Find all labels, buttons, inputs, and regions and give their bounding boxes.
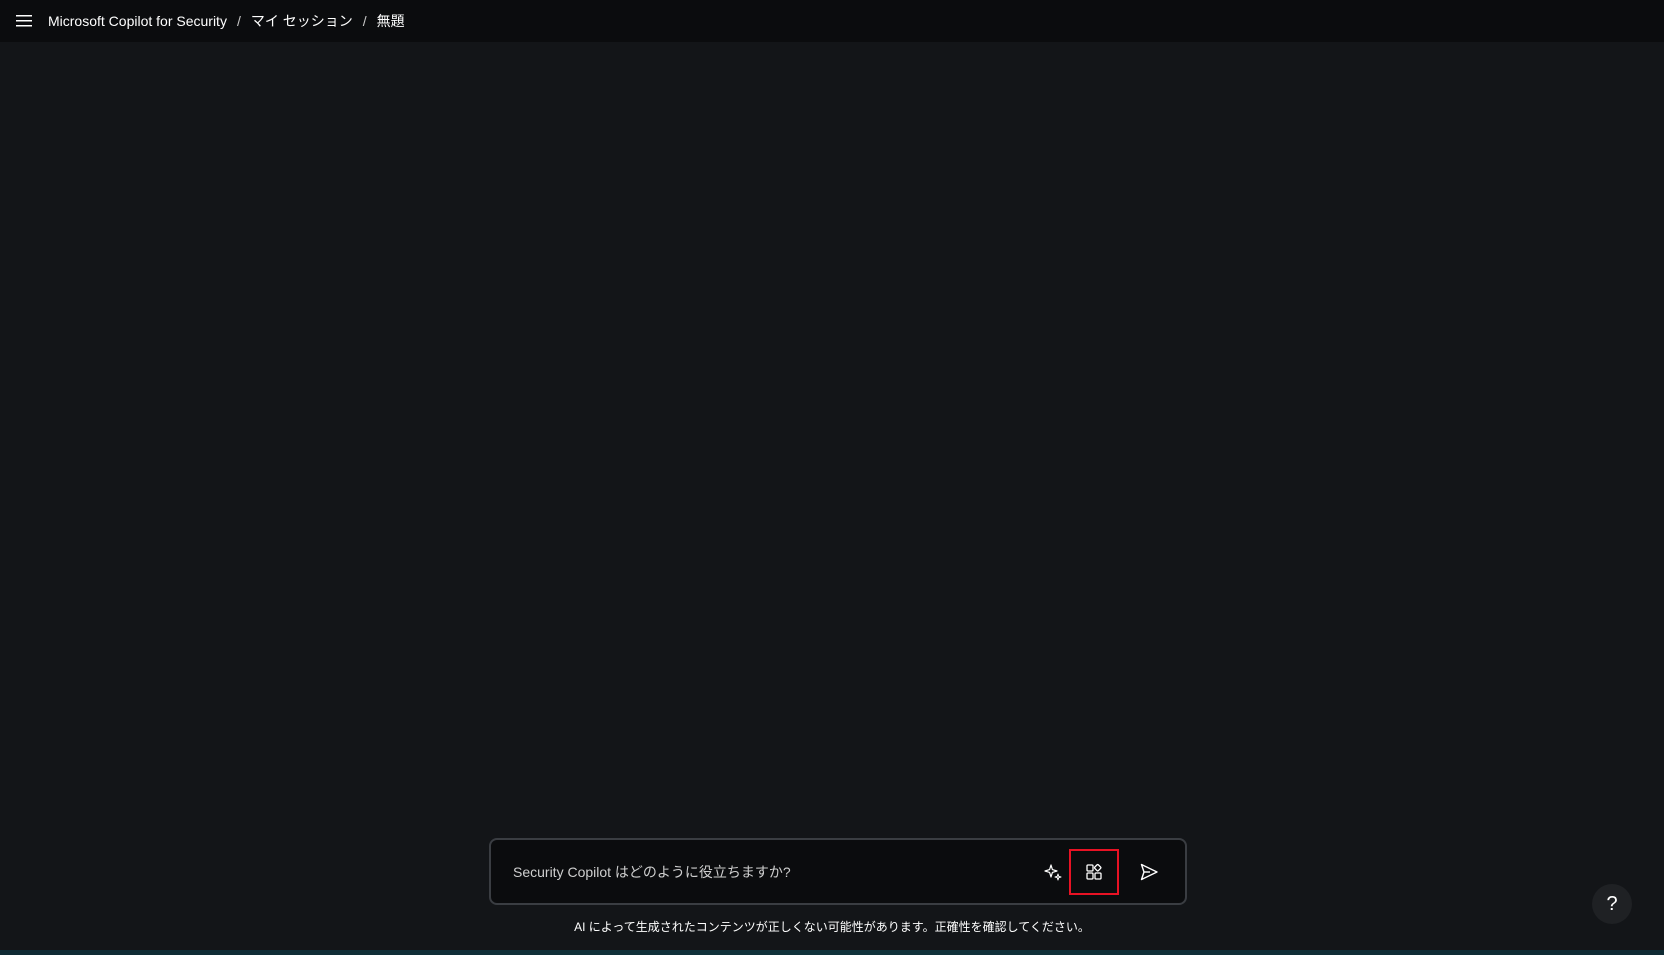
send-icon	[1140, 863, 1158, 880]
breadcrumb-my-sessions-link[interactable]: マイ セッション	[251, 11, 353, 31]
prompt-composer	[489, 838, 1187, 905]
hamburger-menu-button[interactable]	[0, 0, 48, 42]
top-bar: Microsoft Copilot for Security / マイ セッショ…	[0, 0, 1664, 42]
breadcrumb-separator: /	[362, 13, 367, 29]
prompt-input[interactable]	[511, 850, 1041, 893]
breadcrumb: Microsoft Copilot for Security / マイ セッショ…	[48, 11, 405, 31]
bottom-accent-bar	[0, 950, 1664, 955]
hamburger-menu-icon	[16, 15, 32, 27]
sparkle-icon	[1044, 863, 1062, 880]
send-button[interactable]	[1131, 852, 1167, 892]
help-button[interactable]: ?	[1592, 884, 1632, 924]
breadcrumb-current-session: 無題	[376, 13, 405, 29]
prompts-grid-icon	[1086, 863, 1102, 880]
ai-disclaimer: AI によって生成されたコンテンツが正しくない可能性があります。正確性を確認して…	[574, 920, 1090, 934]
prompts-button[interactable]	[1069, 848, 1119, 895]
help-icon: ?	[1606, 892, 1618, 915]
prompt-suggestions-button[interactable]	[1041, 852, 1065, 892]
breadcrumb-app-link[interactable]: Microsoft Copilot for Security	[48, 13, 227, 29]
copilot-page: Microsoft Copilot for Security / マイ セッショ…	[0, 0, 1664, 955]
breadcrumb-separator: /	[236, 13, 241, 29]
